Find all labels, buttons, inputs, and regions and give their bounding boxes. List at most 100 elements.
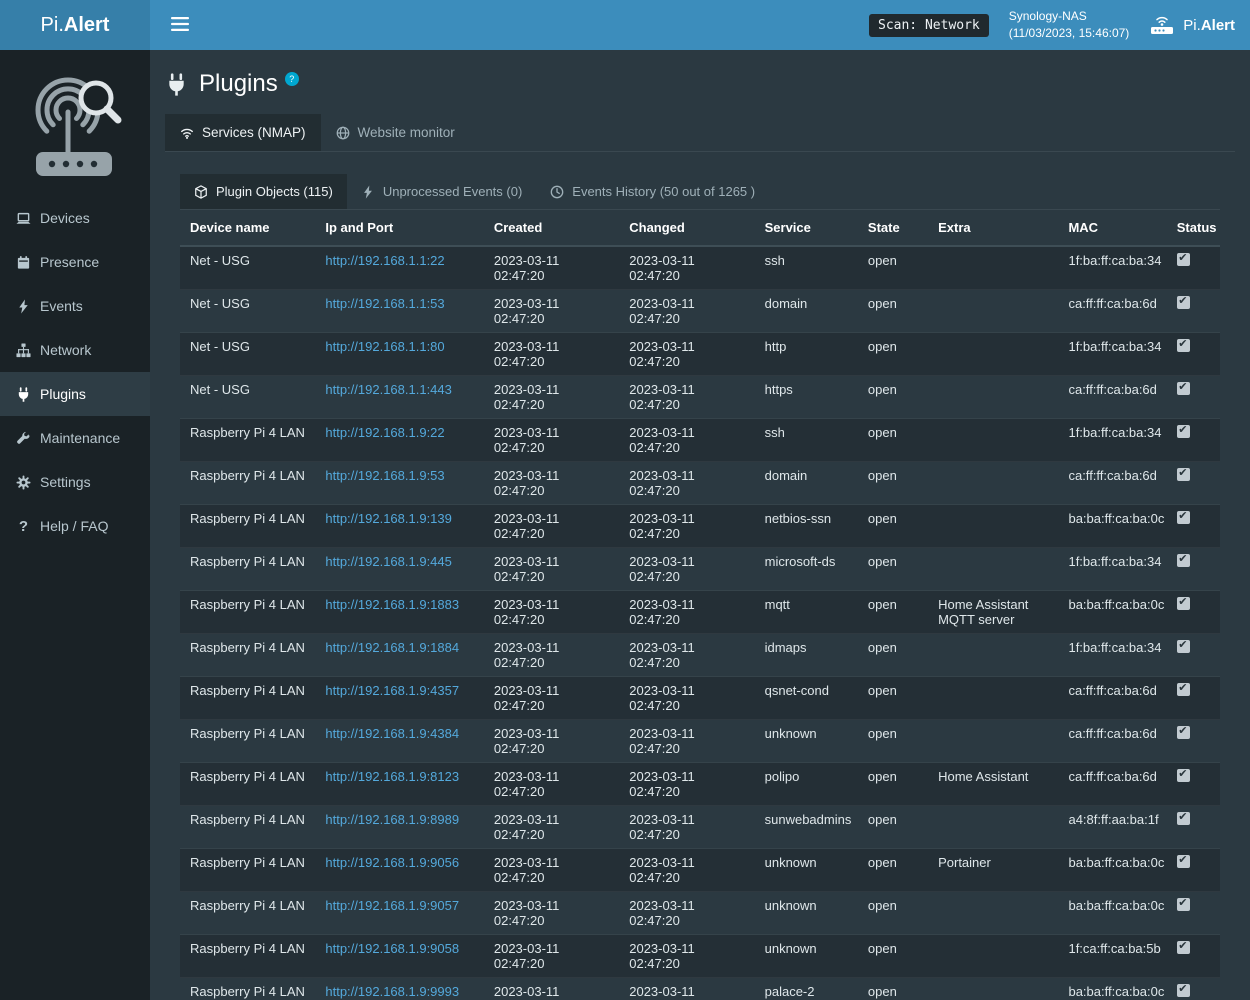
- column-header-status[interactable]: Status: [1167, 210, 1220, 246]
- service-cell: microsoft-ds: [755, 548, 858, 591]
- column-header-device-name[interactable]: Device name: [180, 210, 315, 246]
- app-logo[interactable]: Pi.Alert: [0, 0, 150, 50]
- ip-port-link[interactable]: http://192.168.1.9:4384: [325, 726, 459, 741]
- column-header-mac[interactable]: MAC: [1058, 210, 1166, 246]
- sidebar-toggle-button[interactable]: [165, 11, 195, 40]
- service-cell: unknown: [755, 720, 858, 763]
- ip-port-cell: http://192.168.1.9:139: [315, 505, 483, 548]
- created-cell: 2023-03-11 02:47:20: [484, 505, 619, 548]
- hamburger-icon: [171, 17, 189, 34]
- ip-port-link[interactable]: http://192.168.1.9:4357: [325, 683, 459, 698]
- ip-port-link[interactable]: http://192.168.1.9:9058: [325, 941, 459, 956]
- created-cell: 2023-03-11 02:47:20: [484, 290, 619, 333]
- status-checkbox[interactable]: [1177, 425, 1190, 438]
- sidebar-item-events[interactable]: Events: [0, 284, 150, 328]
- status-checkbox[interactable]: [1177, 640, 1190, 653]
- subtab-label: Events History (50 out of 1265 ): [572, 184, 755, 199]
- laptop-icon: [16, 211, 31, 226]
- status-checkbox[interactable]: [1177, 468, 1190, 481]
- status-checkbox[interactable]: [1177, 984, 1190, 997]
- status-checkbox[interactable]: [1177, 296, 1190, 309]
- sidebar: Devices Presence Events Network Plugins …: [0, 50, 150, 1000]
- sidebar-item-network[interactable]: Network: [0, 328, 150, 372]
- tab-website-monitor[interactable]: Website monitor: [321, 114, 470, 151]
- status-checkbox[interactable]: [1177, 554, 1190, 567]
- mac-cell: 1f:ba:ff:ca:ba:34: [1058, 333, 1166, 376]
- status-checkbox[interactable]: [1177, 941, 1190, 954]
- subtab-label: Plugin Objects (115): [216, 184, 333, 199]
- column-header-created[interactable]: Created: [484, 210, 619, 246]
- ip-port-link[interactable]: http://192.168.1.1:53: [325, 296, 444, 311]
- created-cell: 2023-03-11 02:47:20: [484, 462, 619, 505]
- table-row: Raspberry Pi 4 LANhttp://192.168.1.9:438…: [180, 720, 1220, 763]
- status-checkbox[interactable]: [1177, 898, 1190, 911]
- ip-port-link[interactable]: http://192.168.1.9:9057: [325, 898, 459, 913]
- status-checkbox[interactable]: [1177, 683, 1190, 696]
- status-checkbox[interactable]: [1177, 511, 1190, 524]
- state-cell: open: [858, 935, 928, 978]
- sidebar-item-devices[interactable]: Devices: [0, 196, 150, 240]
- subtab-plugin-objects[interactable]: Plugin Objects (115): [180, 174, 347, 209]
- help-badge[interactable]: ?: [285, 72, 299, 86]
- created-cell: 2023-03-11 02:47:20: [484, 892, 619, 935]
- ip-port-link[interactable]: http://192.168.1.9:9993: [325, 984, 459, 999]
- status-checkbox[interactable]: [1177, 769, 1190, 782]
- navbar-brand[interactable]: Pi.Alert: [1149, 14, 1235, 36]
- status-cell: [1167, 720, 1220, 763]
- changed-cell: 2023-03-11 02:47:20: [619, 978, 754, 1000]
- sidebar-item-settings[interactable]: Settings: [0, 460, 150, 504]
- device-name-cell: Raspberry Pi 4 LAN: [180, 419, 315, 462]
- ip-port-link[interactable]: http://192.168.1.1:80: [325, 339, 444, 354]
- extra-cell: [928, 935, 1058, 978]
- column-header-service[interactable]: Service: [755, 210, 858, 246]
- status-checkbox[interactable]: [1177, 855, 1190, 868]
- status-cell: [1167, 978, 1220, 1000]
- gear-icon: [16, 475, 31, 490]
- tab-services-nmap[interactable]: Services (NMAP): [165, 114, 321, 151]
- created-cell: 2023-03-11 02:47:20: [484, 333, 619, 376]
- ip-port-link[interactable]: http://192.168.1.1:22: [325, 253, 444, 268]
- ip-port-link[interactable]: http://192.168.1.9:22: [325, 425, 444, 440]
- extra-cell: [928, 677, 1058, 720]
- sidebar-item-plugins[interactable]: Plugins: [0, 372, 150, 416]
- ip-port-link[interactable]: http://192.168.1.9:1883: [325, 597, 459, 612]
- status-cell: [1167, 505, 1220, 548]
- ip-port-cell: http://192.168.1.9:445: [315, 548, 483, 591]
- status-checkbox[interactable]: [1177, 597, 1190, 610]
- status-checkbox[interactable]: [1177, 339, 1190, 352]
- ip-port-link[interactable]: http://192.168.1.9:8989: [325, 812, 459, 827]
- device-name-cell: Raspberry Pi 4 LAN: [180, 978, 315, 1000]
- ip-port-link[interactable]: http://192.168.1.9:1884: [325, 640, 459, 655]
- ip-port-link[interactable]: http://192.168.1.9:9056: [325, 855, 459, 870]
- plugin-panel: Plugin Objects (115) Unprocessed Events …: [165, 152, 1235, 1000]
- column-header-ip-and-port[interactable]: Ip and Port: [315, 210, 483, 246]
- table-row: Raspberry Pi 4 LANhttp://192.168.1.9:898…: [180, 806, 1220, 849]
- sidebar-item-help-faq[interactable]: ? Help / FAQ: [0, 504, 150, 548]
- subtab-unprocessed-events[interactable]: Unprocessed Events (0): [347, 174, 536, 209]
- created-cell: 2023-03-11 02:47:20: [484, 634, 619, 677]
- sidebar-item-maintenance[interactable]: Maintenance: [0, 416, 150, 460]
- navbar-brand-text: Pi.Alert: [1183, 17, 1235, 34]
- ip-port-link[interactable]: http://192.168.1.9:139: [325, 511, 452, 526]
- status-checkbox[interactable]: [1177, 253, 1190, 266]
- status-checkbox[interactable]: [1177, 726, 1190, 739]
- scanner-icon: [1149, 14, 1175, 36]
- ip-port-link[interactable]: http://192.168.1.9:8123: [325, 769, 459, 784]
- subtab-events-history[interactable]: Events History (50 out of 1265 ): [536, 174, 769, 209]
- status-checkbox[interactable]: [1177, 382, 1190, 395]
- device-name-cell: Raspberry Pi 4 LAN: [180, 935, 315, 978]
- ip-port-link[interactable]: http://192.168.1.9:53: [325, 468, 444, 483]
- column-header-state[interactable]: State: [858, 210, 928, 246]
- status-cell: [1167, 419, 1220, 462]
- extra-cell: [928, 419, 1058, 462]
- column-header-extra[interactable]: Extra: [928, 210, 1058, 246]
- extra-cell: Home Assistant: [928, 763, 1058, 806]
- ip-port-link[interactable]: http://192.168.1.9:445: [325, 554, 452, 569]
- status-checkbox[interactable]: [1177, 812, 1190, 825]
- column-header-changed[interactable]: Changed: [619, 210, 754, 246]
- table-row: Raspberry Pi 4 LANhttp://192.168.1.9:139…: [180, 505, 1220, 548]
- extra-cell: [928, 505, 1058, 548]
- extra-cell: Home Assistant MQTT server: [928, 591, 1058, 634]
- sidebar-item-presence[interactable]: Presence: [0, 240, 150, 284]
- ip-port-link[interactable]: http://192.168.1.1:443: [325, 382, 452, 397]
